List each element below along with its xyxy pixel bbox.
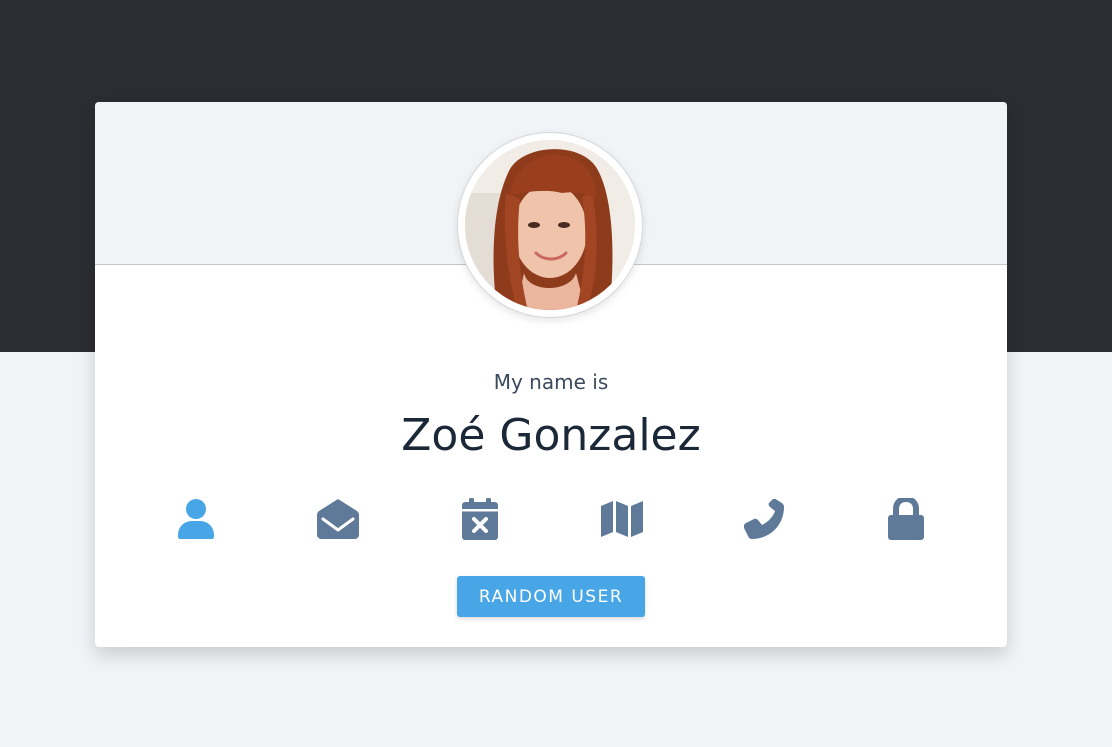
map-icon[interactable] (597, 494, 647, 544)
random-user-button[interactable]: RANDOM USER (457, 576, 645, 617)
envelope-open-icon[interactable] (313, 494, 363, 544)
user-icon[interactable] (171, 494, 221, 544)
lock-icon[interactable] (881, 494, 931, 544)
avatar-photo (465, 140, 635, 310)
profile-card: My name is Zoé Gonzalez RANDOM USER (95, 102, 1007, 647)
name-label: My name is (493, 370, 609, 394)
phone-icon[interactable] (739, 494, 789, 544)
calendar-times-icon[interactable] (455, 494, 505, 544)
avatar (457, 132, 643, 318)
name-value: Zoé Gonzalez (401, 410, 701, 461)
